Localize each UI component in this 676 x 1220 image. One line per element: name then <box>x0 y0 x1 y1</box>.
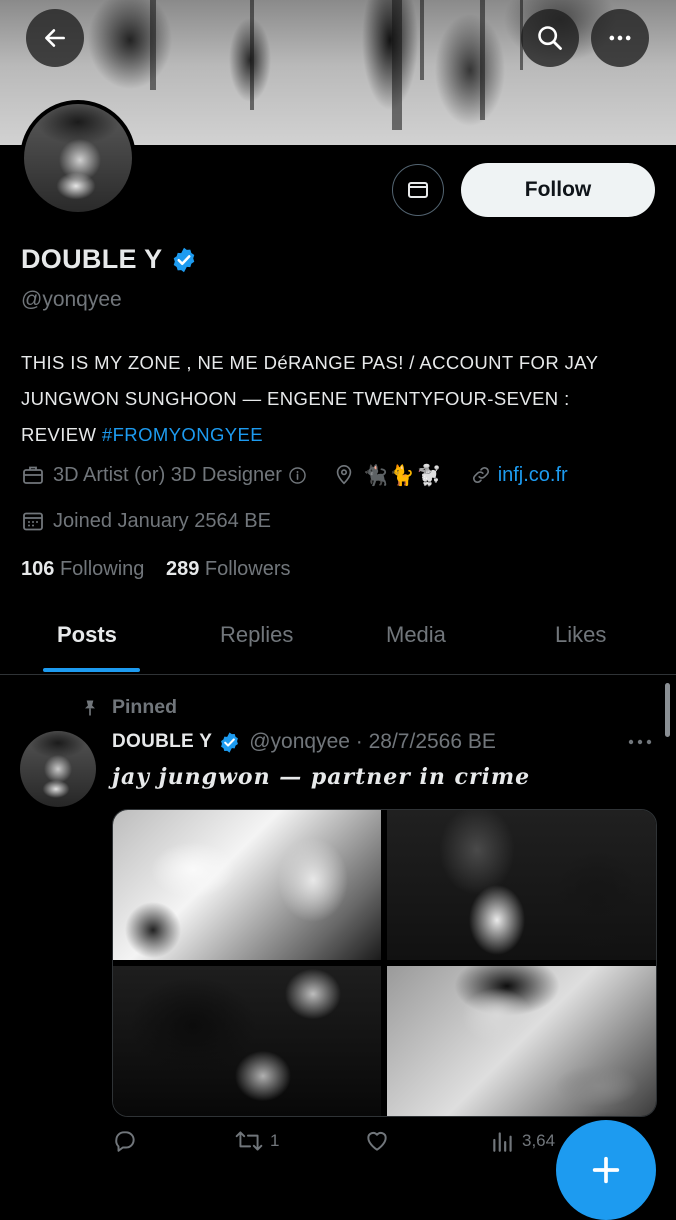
info-icon[interactable] <box>288 466 307 485</box>
profile-location: 🐈‍⬛🐈🐩 <box>362 463 444 487</box>
more-button[interactable] <box>591 9 649 67</box>
post-handle-date: @yonqyee · 28/7/2566 BE <box>249 730 496 753</box>
bio-line-3: REVIEW #FROMYONGYEE <box>21 417 661 453</box>
profile-bio: THIS IS MY ZONE , NE ME DéRANGE PAS! / A… <box>21 345 661 453</box>
tab-media[interactable]: Media <box>386 622 446 648</box>
search-icon <box>538 26 562 50</box>
verified-badge-icon <box>221 731 239 753</box>
followers-label: Followers <box>204 558 291 580</box>
profile-joined-date: Joined January 2564 BE <box>53 509 271 532</box>
following-count: 106 <box>21 558 55 580</box>
bio-line-2: JUNGWON SUNGHOON — ENGENE TWENTYFOUR-SEV… <box>21 388 570 409</box>
briefcase-icon <box>23 466 43 484</box>
repost-count: 1 <box>270 1131 280 1150</box>
display-name: DOUBLE Y <box>21 244 163 274</box>
active-tab-indicator <box>43 668 140 672</box>
bio-line-3-prefix: REVIEW <box>21 424 102 445</box>
arrow-left-icon <box>45 29 65 47</box>
compose-post-button[interactable] <box>556 1120 656 1220</box>
tab-replies[interactable]: Replies <box>220 622 293 648</box>
back-button[interactable] <box>26 9 84 67</box>
like-button[interactable] <box>364 1128 390 1154</box>
repost-icon <box>235 1131 263 1151</box>
more-horizontal-icon <box>609 35 631 41</box>
verified-badge-icon[interactable] <box>170 246 198 274</box>
calendar-icon <box>23 512 43 531</box>
profile-avatar[interactable] <box>20 100 136 216</box>
follow-button[interactable]: Follow <box>461 163 655 217</box>
followers-count: 289 <box>165 558 200 580</box>
reply-button[interactable] <box>112 1128 138 1154</box>
profile-handle: @yonqyee <box>21 288 122 311</box>
post-author-name[interactable]: DOUBLE Y <box>112 731 212 753</box>
views-chart-icon <box>493 1132 512 1152</box>
pinned-label: Pinned <box>112 696 178 718</box>
views-count: 3,64 <box>522 1131 556 1150</box>
post-text: jay jungwon — partner in crime <box>112 764 531 790</box>
tab-posts[interactable]: Posts <box>57 622 117 648</box>
views-button[interactable]: 3,64 <box>490 1128 555 1154</box>
post-author-avatar[interactable] <box>20 731 96 807</box>
profile-joined-row: Joined January 2564 BE <box>21 509 271 533</box>
post-image-3[interactable] <box>113 966 381 1116</box>
pinned-label-row: Pinned <box>80 696 177 719</box>
mail-icon <box>408 182 428 198</box>
message-button[interactable] <box>392 164 444 216</box>
avatar-image <box>24 104 132 212</box>
following-label: Following <box>59 558 145 580</box>
link-icon <box>472 466 489 484</box>
following-link[interactable]: 106 Following <box>21 558 144 580</box>
location-pin-icon <box>336 465 352 485</box>
search-button[interactable] <box>521 9 579 67</box>
bio-hashtag-link[interactable]: #FROMYONGYEE <box>102 424 263 445</box>
post-more-icon[interactable] <box>626 732 654 752</box>
followers-link[interactable]: 289 Followers <box>166 558 291 580</box>
profile-name-row: DOUBLE Y <box>21 244 198 275</box>
post-image-1[interactable] <box>113 810 381 960</box>
post-header: DOUBLE Y @yonqyee · 28/7/2566 BE <box>112 730 496 754</box>
heart-icon <box>367 1131 387 1151</box>
profile-meta-row: 3D Artist (or) 3D Designer 🐈‍⬛🐈🐩 infj.co… <box>21 463 568 487</box>
profile-website-link[interactable]: infj.co.fr <box>498 464 568 487</box>
post-media-grid <box>112 809 657 1117</box>
plus-icon <box>592 1156 620 1184</box>
bio-line-1: THIS IS MY ZONE , NE ME DéRANGE PAS! / A… <box>21 352 599 373</box>
post-image-2[interactable] <box>387 810 656 960</box>
reply-icon <box>115 1131 135 1152</box>
profile-category: 3D Artist (or) 3D Designer <box>53 463 282 486</box>
tab-likes[interactable]: Likes <box>555 622 606 648</box>
post-image-4[interactable] <box>387 966 656 1116</box>
repost-button[interactable]: 1 <box>234 1128 279 1154</box>
scrollbar[interactable] <box>665 683 670 737</box>
profile-stats: 106 Following 289 Followers <box>21 558 291 581</box>
pin-icon <box>85 700 95 715</box>
profile-tabs: Posts Replies Media Likes <box>0 600 676 675</box>
